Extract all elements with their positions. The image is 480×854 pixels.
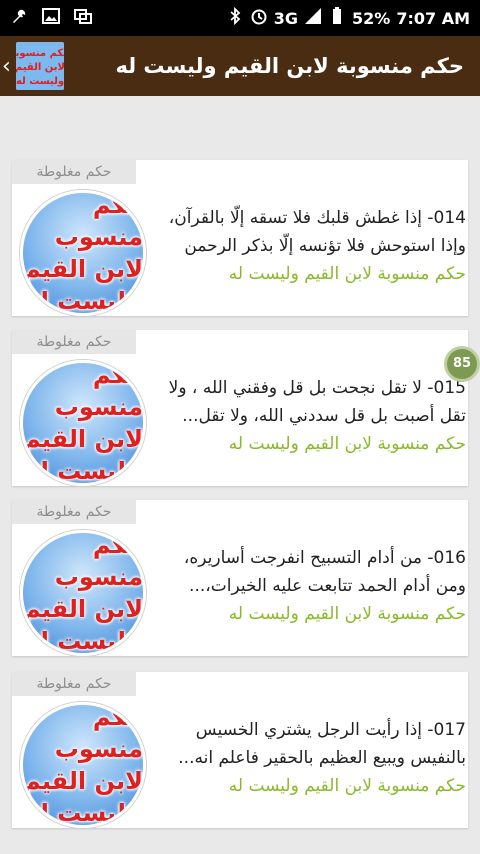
battery-percent: 52%: [352, 8, 391, 28]
quote-line-2: تقل أصبت بل قل سددني الله، ولا تقل...: [182, 406, 466, 426]
thumbnail-line: حكم منسوب: [54, 361, 143, 421]
category-tag: حكم مغلوطة: [12, 160, 136, 184]
clock-time: 7:07 AM: [396, 8, 470, 28]
thumbnail-line: وليست له: [25, 627, 141, 655]
quote-line-2: ومن أدام الحمد تتابعت عليه الخيرات،...: [189, 576, 466, 596]
quote-line-2: وإذا استوحش فلا تؤنسه إلّا بذكر الرحمن: [184, 236, 466, 256]
signal-strength-icon: [304, 7, 322, 29]
thumbnail-line: وليست له: [25, 287, 141, 315]
quote-line-1: 014- إذا غطش قلبك فلا تسقه إلّا بالقرآن،: [168, 208, 466, 228]
bluetooth-icon: [226, 7, 244, 29]
status-bar: 3G 52% 7:07 AM: [0, 0, 480, 36]
thumbnail-line: لابن القيم: [23, 767, 143, 795]
thumbnail-line: لابن القيم: [23, 595, 143, 623]
quote-line-1: 016- من أدام التسبيح انفرجت أساريره،: [183, 548, 466, 568]
app-logo-line-2: لابن القيم: [16, 62, 64, 73]
category-tag: حكم مغلوطة: [12, 500, 136, 524]
category-tag: حكم مغلوطة: [12, 672, 136, 696]
thumbnail-line: حكم منسوب: [54, 531, 143, 591]
source-text: حكم منسوبة لابن القيم وليست له: [228, 434, 466, 454]
app-title: حكم منسوبة لابن القيم وليست له: [115, 54, 465, 78]
thumbnail-line: حكم منسوب: [54, 703, 143, 763]
thumbnail-line: وليست له: [25, 457, 141, 485]
thumbnail-line: وليست له: [25, 799, 141, 827]
image-notification-icon: [42, 7, 60, 29]
app-logo-line-3: وليست له: [16, 76, 64, 87]
source-text: حكم منسوبة لابن القيم وليست له: [228, 264, 466, 284]
source-text: حكم منسوبة لابن القيم وليست له: [228, 604, 466, 624]
quote-line-1: 015- لا تقل نجحت بل قل وفقني الله ، ولا: [168, 378, 466, 398]
item-thumbnail: حكم منسوب لابن القيم وليست له: [20, 702, 146, 828]
item-thumbnail: حكم منسوب لابن القيم وليست له: [20, 190, 146, 316]
network-type-label: 3G: [273, 8, 299, 28]
list-item[interactable]: حكم مغلوطة حكم منسوب لابن القيم وليست له…: [12, 330, 468, 486]
source-text: حكم منسوبة لابن القيم وليست له: [228, 776, 466, 796]
app-logo-line-1: حكم منسوبة: [16, 48, 64, 59]
battery-icon: [328, 7, 346, 29]
category-tag: حكم مغلوطة: [12, 330, 136, 354]
quote-line-1: 017- إذا رأيت الرجل يشتري الخسيس: [195, 720, 466, 740]
list-item[interactable]: حكم مغلوطة حكم منسوب لابن القيم وليست له…: [12, 500, 468, 656]
count-badge[interactable]: 85: [444, 346, 480, 382]
item-thumbnail: حكم منسوب لابن القيم وليست له: [20, 530, 146, 656]
list-item[interactable]: حكم مغلوطة حكم منسوب لابن القيم وليست له…: [12, 160, 468, 316]
thumbnail-line: لابن القيم: [23, 255, 143, 283]
settings-wrench-icon: [10, 7, 28, 29]
list-item[interactable]: حكم مغلوطة حكم منسوب لابن القيم وليست له…: [12, 672, 468, 828]
alarm-icon: [250, 7, 268, 29]
thumbnail-line: حكم منسوب: [54, 191, 143, 251]
app-logo[interactable]: حكم منسوبة لابن القيم وليست له: [16, 42, 64, 90]
screen-share-icon: [74, 7, 92, 29]
quote-line-2: بالنفيس ويبيع العظيم بالحقير فاعلم انه..…: [178, 748, 466, 768]
back-chevron-icon[interactable]: ‹: [2, 54, 14, 79]
item-thumbnail: حكم منسوب لابن القيم وليست له: [20, 360, 146, 486]
app-bar: ‹ حكم منسوبة لابن القيم وليست له حكم منس…: [0, 36, 480, 96]
thumbnail-line: لابن القيم: [23, 425, 143, 453]
